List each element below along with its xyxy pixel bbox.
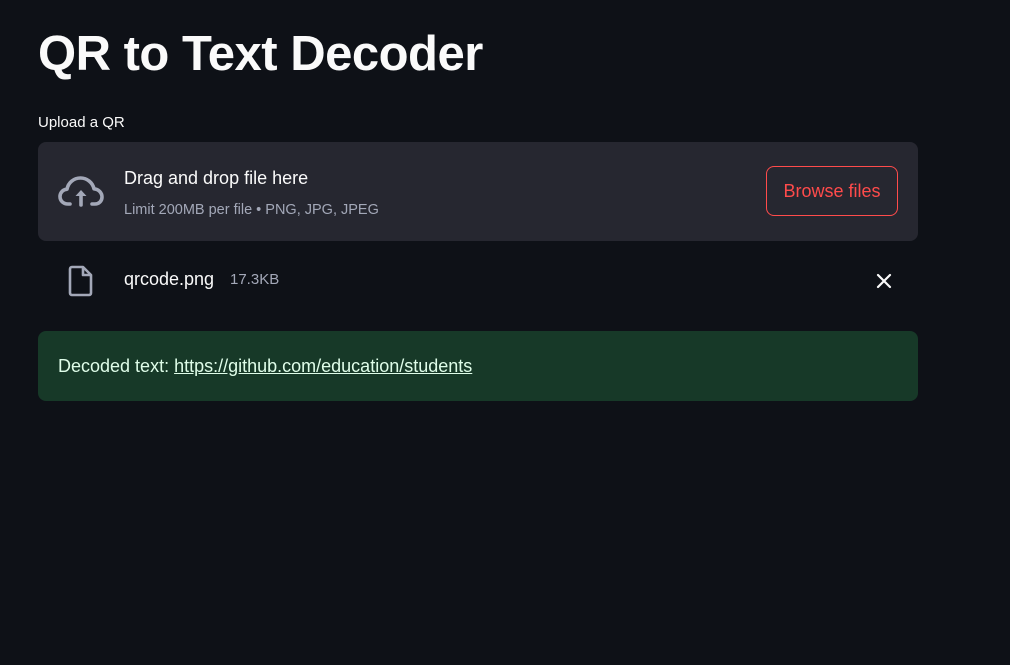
app-page: QR to Text Decoder Upload a QR Drag and …: [0, 0, 1010, 665]
file-dropzone[interactable]: Drag and drop file here Limit 200MB per …: [38, 142, 918, 241]
uploaded-file-name: qrcode.png: [124, 269, 215, 289]
uploaded-file-size: 17.3KB: [230, 271, 280, 288]
uploader-label: Upload a QR: [38, 114, 125, 131]
decoded-text-prefix: Decoded text:: [58, 356, 175, 376]
file-icon: [68, 265, 93, 297]
decoded-result-text: Decoded text: https://github.com/educati…: [58, 354, 472, 378]
remove-file-button[interactable]: [870, 267, 898, 295]
dropzone-limit-text: Limit 200MB per file • PNG, JPG, JPEG: [124, 202, 379, 218]
close-icon: [876, 273, 892, 289]
decoded-url-link[interactable]: https://github.com/education/students: [174, 356, 472, 376]
browse-files-button[interactable]: Browse files: [766, 166, 898, 216]
cloud-upload-icon: [58, 176, 104, 207]
decoded-result-alert: Decoded text: https://github.com/educati…: [38, 331, 918, 401]
page-title: QR to Text Decoder: [38, 27, 483, 81]
uploaded-file-row: qrcode.png 17.3KB: [38, 254, 918, 308]
dropzone-title: Drag and drop file here: [124, 168, 309, 188]
